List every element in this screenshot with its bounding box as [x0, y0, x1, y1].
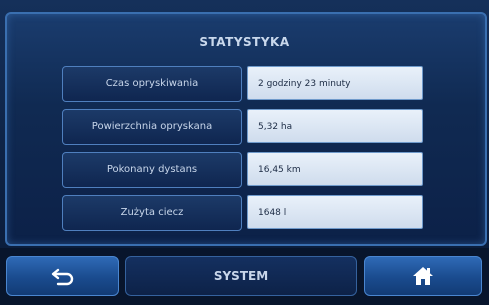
system-button[interactable]: SYSTEM [125, 256, 357, 296]
stat-value: 2 godziny 23 minuty [247, 66, 423, 100]
stat-value: 16,45 km [247, 152, 423, 186]
stat-row-spraying-time: Czas opryskiwania 2 godziny 23 minuty [62, 66, 426, 102]
home-icon [413, 267, 433, 285]
screen: STATYSTYKA Czas opryskiwania 2 godziny 2… [0, 0, 489, 305]
stat-label: Powierzchnia opryskana [62, 109, 242, 145]
stat-label: Pokonany dystans [62, 152, 242, 188]
stat-row-liquid-used: Zużyta ciecz 1648 l [62, 195, 426, 231]
home-button[interactable] [364, 256, 482, 296]
stat-row-distance: Pokonany dystans 16,45 km [62, 152, 426, 188]
stat-value: 5,32 ha [247, 109, 423, 143]
back-arrow-icon [51, 268, 73, 286]
stat-value: 1648 l [247, 195, 423, 229]
page-title: STATYSTYKA [199, 35, 290, 49]
system-button-label: SYSTEM [213, 269, 269, 283]
stat-label: Zużyta ciecz [62, 195, 242, 231]
stat-row-sprayed-area: Powierzchnia opryskana 5,32 ha [62, 109, 426, 145]
stat-label: Czas opryskiwania [62, 66, 242, 102]
back-button[interactable] [6, 256, 119, 296]
